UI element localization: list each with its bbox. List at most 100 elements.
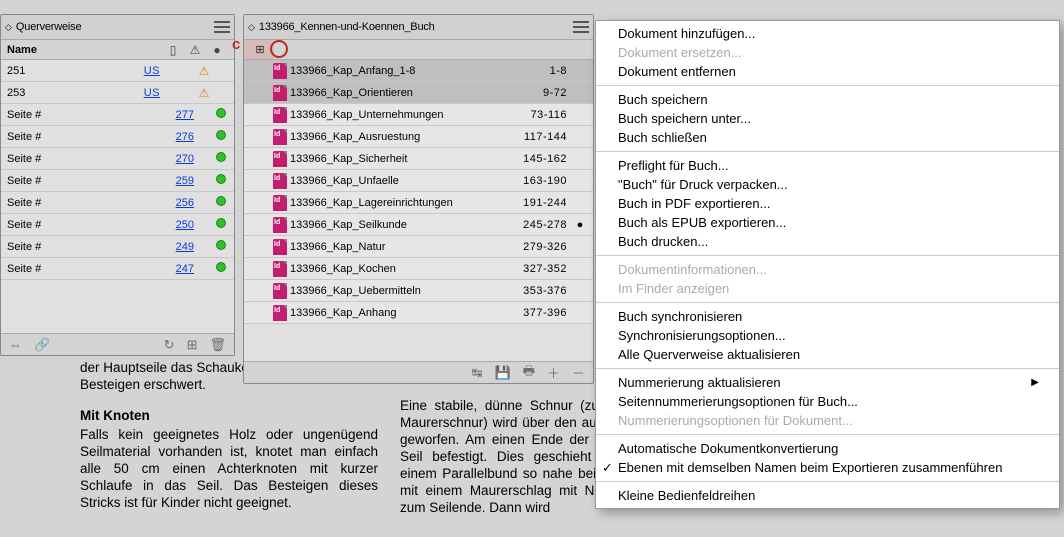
book-doc-row[interactable]: 133966_Kap_Uebermitteln353-376 (244, 280, 593, 302)
xref-page-link[interactable]: 277 (166, 109, 194, 121)
menu-item-label: Buch als EPUB exportieren... (618, 215, 786, 230)
indd-file-icon (270, 63, 290, 79)
xref-name: Seite # (7, 197, 166, 209)
refresh-icon[interactable]: ↻ (164, 337, 175, 353)
menu-item[interactable]: Buch speichern unter... (596, 109, 1059, 128)
xref-page-link[interactable]: 249 (166, 241, 194, 253)
add-doc-icon[interactable]: ＋ (547, 363, 560, 382)
xref-page-link[interactable]: 250 (166, 219, 194, 231)
link-icon[interactable]: 🔗 (34, 337, 50, 353)
xref-row[interactable]: Seite #250 (1, 214, 234, 236)
xref-row[interactable]: Seite #276 (1, 126, 234, 148)
menu-item[interactable]: Buch synchronisieren (596, 307, 1059, 326)
menu-item[interactable]: Nummerierung aktualisieren▶ (596, 373, 1059, 392)
xref-row[interactable]: Seite #270 (1, 148, 234, 170)
sync-source-icon[interactable]: ⊞ (250, 43, 270, 56)
panel-menu-icon[interactable] (573, 21, 589, 33)
remove-doc-icon[interactable]: － (572, 363, 585, 382)
menu-item[interactable]: Buch in PDF exportieren... (596, 194, 1059, 213)
trash-icon[interactable]: 🗑 (209, 337, 226, 353)
xref-page-link[interactable]: 270 (166, 153, 194, 165)
book-doc-row[interactable]: 133966_Kap_Lagereinrichtungen191-244 (244, 192, 593, 214)
xref-name: Seite # (7, 241, 166, 253)
book-doc-row[interactable]: 133966_Kap_Seilkunde245-278● (244, 214, 593, 236)
xref-name: Seite # (7, 153, 166, 165)
xref-row[interactable]: 251US⚠ (1, 60, 234, 82)
book-footer: ↹ 💾 🖶 ＋ － (244, 361, 593, 383)
status-icon (214, 130, 228, 143)
xref-row[interactable]: 253US⚠ (1, 82, 234, 104)
menu-item[interactable]: Buch als EPUB exportieren... (596, 213, 1059, 232)
doc-name: 133966_Kap_Ausruestung (290, 131, 503, 143)
xref-page-link[interactable]: 276 (166, 131, 194, 143)
book-doc-row[interactable]: 133966_Kap_Orientieren9-72 (244, 82, 593, 104)
diamond-icon: ◇ (5, 22, 12, 33)
doc-status-icon: ● (573, 219, 587, 231)
sync-icon[interactable]: ↹ (472, 365, 483, 381)
xref-panel: ◇ Querverweise Name ▯ ⚠ ● 251US⚠253US⚠Se… (0, 14, 235, 356)
warning-icon: ⚠ (194, 86, 214, 100)
menu-item-label: Im Finder anzeigen (618, 281, 729, 296)
xref-page-link[interactable]: 259 (166, 175, 194, 187)
doc-page-range: 117-144 (503, 131, 573, 143)
book-doc-row[interactable]: 133966_Kap_Anhang377-396 (244, 302, 593, 324)
doc-name: 133966_Kap_Natur (290, 241, 503, 253)
book-doc-row[interactable]: 133966_Kap_Kochen327-352 (244, 258, 593, 280)
book-doc-row[interactable]: 133966_Kap_Unternehmungen73-116 (244, 104, 593, 126)
indd-file-icon (270, 283, 290, 299)
menu-item[interactable]: ✓Ebenen mit demselben Namen beim Exporti… (596, 458, 1059, 477)
xref-us-link[interactable]: US (144, 87, 160, 99)
doc-heading: Mit Knoten (80, 407, 378, 424)
doc-name: 133966_Kap_Anfang_1-8 (290, 65, 503, 77)
convert-icon[interactable]: ⊞ (187, 337, 198, 353)
doc-page-range: 327-352 (503, 263, 573, 275)
book-doc-list[interactable]: 133966_Kap_Anfang_1-81-8133966_Kap_Orien… (244, 60, 593, 361)
xref-row[interactable]: Seite #249 (1, 236, 234, 258)
book-doc-row[interactable]: 133966_Kap_Sicherheit145-162 (244, 148, 593, 170)
menu-item[interactable]: Seitennummerierungsoptionen für Buch... (596, 392, 1059, 411)
book-doc-row[interactable]: 133966_Kap_Ausruestung117-144 (244, 126, 593, 148)
book-doc-row[interactable]: 133966_Kap_Anfang_1-81-8 (244, 60, 593, 82)
xref-row[interactable]: Seite #256 (1, 192, 234, 214)
menu-item[interactable]: Buch schließen (596, 128, 1059, 147)
book-doc-row[interactable]: 133966_Kap_Unfaelle163-190 (244, 170, 593, 192)
xref-row[interactable]: Seite #247 (1, 258, 234, 280)
book-panel-menu[interactable]: Dokument hinzufügen... Dokument ersetzen.… (595, 20, 1060, 509)
menu-item[interactable]: Buch drucken... (596, 232, 1059, 251)
book-panel-title: 133966_Kennen-und-Koennen_Buch (259, 21, 435, 33)
menu-item[interactable]: Dokument entfernen (596, 62, 1059, 81)
menu-item-label: Kleine Bedienfeldreihen (618, 488, 755, 503)
book-doc-row[interactable]: 133966_Kap_Natur279-326 (244, 236, 593, 258)
xref-us-link[interactable]: US (144, 65, 160, 77)
xref-page-link[interactable]: 256 (166, 197, 194, 209)
menu-separator (596, 255, 1059, 256)
indd-file-icon (270, 85, 290, 101)
menu-item[interactable]: Synchronisierungsoptionen... (596, 326, 1059, 345)
menu-item[interactable]: Buch speichern (596, 90, 1059, 109)
doc-page-range: 73-116 (503, 109, 573, 121)
menu-item-label: Seitennummerierungsoptionen für Buch... (618, 394, 858, 409)
xref-row[interactable]: Seite #277 (1, 104, 234, 126)
status-icon (214, 108, 228, 121)
panel-menu-icon[interactable] (214, 21, 230, 33)
menu-item-label: Dokument ersetzen... (618, 45, 742, 60)
xref-row[interactable]: Seite #259 (1, 170, 234, 192)
book-panel-header[interactable]: ◇ 133966_Kennen-und-Koennen_Buch (244, 15, 593, 40)
xref-page-link[interactable]: 247 (166, 263, 194, 275)
doc-name: 133966_Kap_Lagereinrichtungen (290, 197, 503, 209)
menu-item[interactable]: Alle Querverweise aktualisieren (596, 345, 1059, 364)
print-icon[interactable]: 🖶 (523, 362, 535, 384)
menu-item[interactable]: "Buch" für Druck verpacken... (596, 175, 1059, 194)
xref-list[interactable]: 251US⚠253US⚠Seite #277Seite #276Seite #2… (1, 60, 234, 333)
xref-panel-header[interactable]: ◇ Querverweise (1, 15, 234, 40)
menu-separator (596, 302, 1059, 303)
indd-file-icon (270, 151, 290, 167)
status-icon (214, 218, 228, 231)
callout-c-circle (270, 40, 288, 58)
menu-item[interactable]: Preflight für Buch... (596, 156, 1059, 175)
menu-item[interactable]: Dokument hinzufügen... (596, 24, 1059, 43)
menu-item[interactable]: Kleine Bedienfeldreihen (596, 486, 1059, 505)
save-icon[interactable]: 💾 (495, 365, 511, 381)
menu-item[interactable]: Automatische Dokumentkonvertierung (596, 439, 1059, 458)
new-xref-icon[interactable]: ⇔ (9, 337, 22, 352)
